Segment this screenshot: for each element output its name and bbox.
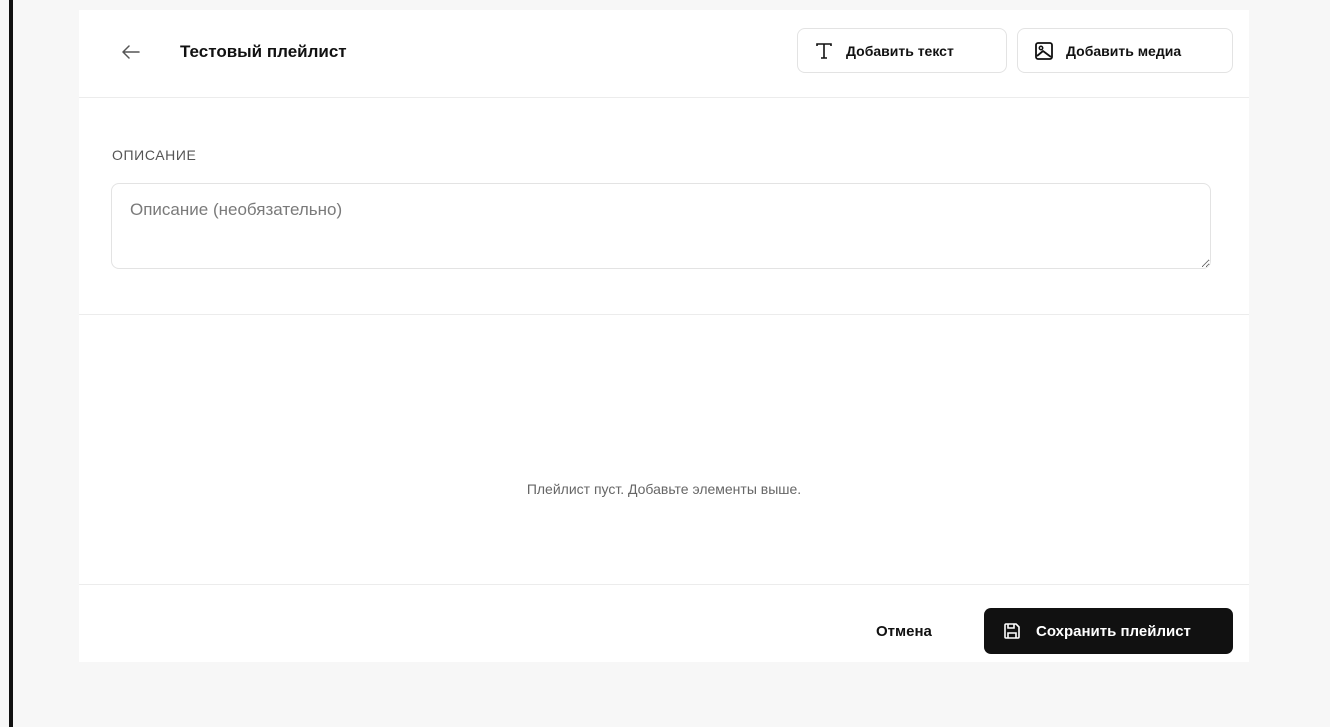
playlist-items-area: Плейлист пуст. Добавьте элементы выше. — [79, 316, 1249, 585]
page-title: Тестовый плейлист — [180, 42, 347, 61]
add-text-label: Добавить текст — [846, 42, 954, 59]
description-section: Описание — [79, 98, 1249, 315]
add-text-button[interactable]: Добавить текст — [797, 28, 1007, 73]
editor-footer: Отмена Сохранить плейлист — [79, 586, 1249, 662]
right-gutter — [1249, 0, 1330, 727]
image-icon — [1034, 41, 1054, 61]
description-label: Описание — [112, 147, 197, 163]
description-input[interactable] — [111, 183, 1211, 269]
arrow-left-icon — [122, 45, 140, 59]
type-icon — [814, 41, 834, 61]
window-left-edge — [0, 0, 14, 727]
back-button[interactable] — [119, 40, 143, 64]
playlist-editor-panel: Тестовый плейлист Добавить текст Добавит… — [79, 10, 1249, 662]
save-icon — [1002, 621, 1022, 641]
add-media-label: Добавить медиа — [1066, 42, 1182, 59]
save-playlist-button[interactable]: Сохранить плейлист — [984, 608, 1233, 654]
cancel-button[interactable]: Отмена — [876, 623, 932, 640]
add-media-button[interactable]: Добавить медиа — [1017, 28, 1233, 73]
empty-playlist-message: Плейлист пуст. Добавьте элементы выше. — [526, 481, 802, 497]
save-playlist-label: Сохранить плейлист — [1036, 622, 1191, 640]
editor-header: Тестовый плейлист Добавить текст Добавит… — [79, 10, 1249, 98]
